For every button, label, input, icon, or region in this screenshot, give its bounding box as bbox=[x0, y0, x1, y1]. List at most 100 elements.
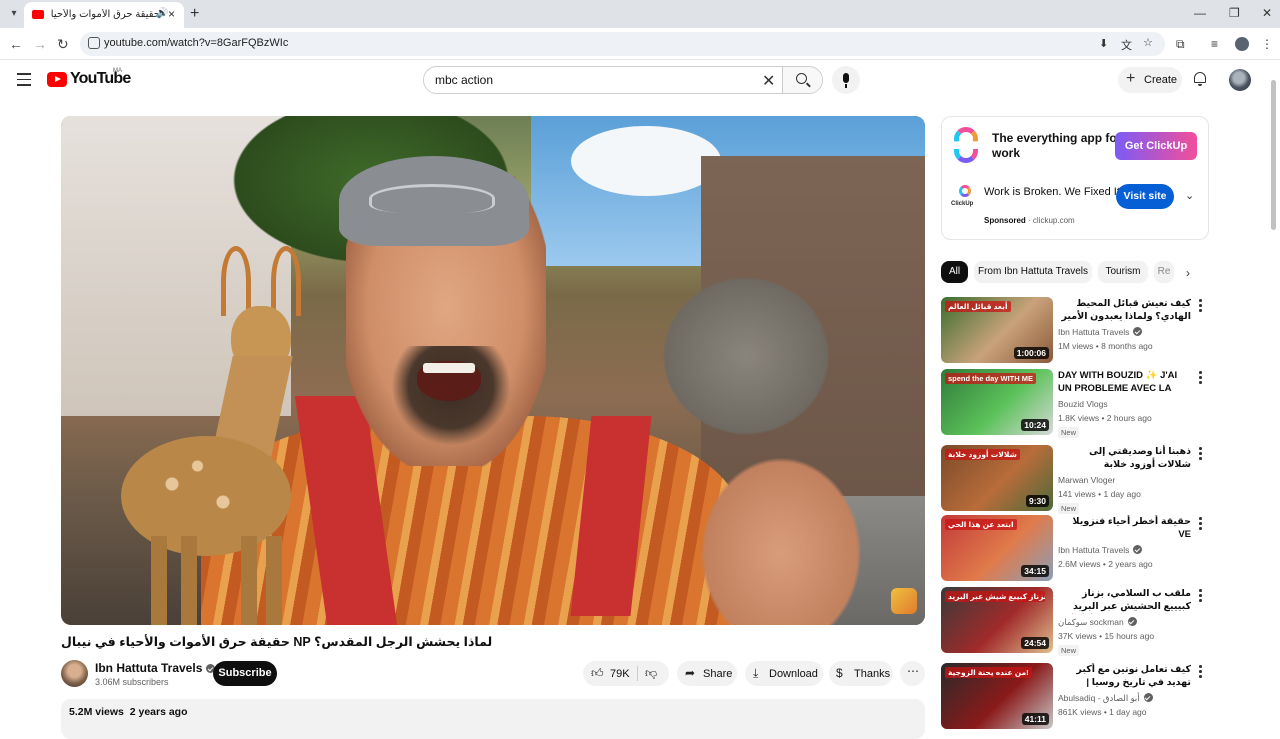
recommended-title[interactable]: كيف تعيش قبائل المحيط الهادي؟ ولماذا يعب… bbox=[1058, 297, 1191, 324]
ad-headline[interactable]: Work is Broken. We Fixed It bbox=[984, 185, 1124, 199]
chevron-right-icon[interactable]: › bbox=[1186, 266, 1190, 280]
more-vertical-icon[interactable] bbox=[1199, 517, 1203, 532]
recommended-channel[interactable]: Ibn Hattuta Travels bbox=[1058, 327, 1143, 337]
recommended-channel-text[interactable]: Ibn Hattuta Travels bbox=[1058, 327, 1129, 337]
recommended-title[interactable]: حقيقة أخطر أحياء فنزويلا VE bbox=[1058, 515, 1191, 542]
back-icon[interactable]: ← bbox=[9, 36, 23, 52]
recommended-channel[interactable]: سوكمان sockman bbox=[1058, 617, 1137, 628]
description-box[interactable]: 5.2M views 2 years ago bbox=[61, 699, 925, 739]
recommended-video[interactable]: أبعد قبائل العالم 1:00:06 كيف تعيش قبائل ا… bbox=[941, 297, 1209, 363]
create-button[interactable]: + Create bbox=[1118, 67, 1182, 93]
visit-site-button[interactable]: Visit site bbox=[1116, 184, 1174, 209]
recommended-channel-text[interactable]: Bouzid Vlogs bbox=[1058, 399, 1108, 409]
restore-icon[interactable]: ❐ bbox=[1229, 6, 1240, 20]
channel-name[interactable]: Ibn Hattuta Travels bbox=[95, 661, 216, 675]
new-badge: New bbox=[1058, 645, 1080, 656]
install-icon[interactable]: ⬇ bbox=[1099, 37, 1108, 50]
recommended-channel-text[interactable]: Ibn Hattuta Travels bbox=[1058, 545, 1129, 555]
recommended-channel[interactable]: Bouzid Vlogs bbox=[1058, 399, 1108, 409]
recommended-title[interactable]: ذهبنا أنا وصديقتي إلى شلالات أوزود خلابة bbox=[1058, 445, 1191, 472]
recommended-channel[interactable]: Marwan Vloger bbox=[1058, 475, 1115, 485]
duration-badge: 1:00:06 bbox=[1013, 347, 1049, 359]
recommended-title[interactable]: ملقب ب السلامي، بزناز كبيييع الحشيش عبر … bbox=[1058, 587, 1191, 614]
channel-name-text[interactable]: Ibn Hattuta Travels bbox=[95, 661, 202, 675]
recommended-video[interactable]: ابتعد عن هذا الحي 34:15 حقيقة أخطر أحياء ف… bbox=[941, 515, 1209, 581]
more-vertical-icon[interactable] bbox=[1199, 665, 1203, 680]
forward-icon[interactable]: → bbox=[33, 36, 47, 52]
new-badge: New bbox=[1058, 503, 1080, 514]
like-count[interactable]: 79K bbox=[610, 668, 630, 680]
video-title: لماذا يحشش الرجل المقدس؟ NP حقيقة حرق ال… bbox=[61, 635, 493, 649]
address-bar[interactable]: youtube.com/watch?v=8GarFQBzWIc bbox=[80, 32, 1165, 56]
voice-search-button[interactable] bbox=[832, 66, 860, 94]
video-thumbnail[interactable]: من عنده يحنة الزوجية! 41:11 bbox=[941, 663, 1053, 729]
recommended-video[interactable]: بزناز كبيبع شيش عبر البريد 24:54 ملقب ب ال… bbox=[941, 587, 1209, 656]
more-vertical-icon[interactable] bbox=[1199, 371, 1203, 386]
extensions-icon[interactable]: ⧉ bbox=[1176, 37, 1185, 52]
thanks-button[interactable]: $ Thanks bbox=[829, 661, 893, 686]
video-thumbnail[interactable]: أبعد قبائل العالم 1:00:06 bbox=[941, 297, 1053, 363]
subscribe-button[interactable]: Subscribe bbox=[213, 661, 277, 686]
duration-badge: 41:11 bbox=[1021, 713, 1049, 725]
recommended-channel[interactable]: Ibn Hattuta Travels bbox=[1058, 545, 1143, 555]
recommended-title[interactable]: كيف تعامل نوتين مع أكبر تهديد في تاريخ ر… bbox=[1058, 663, 1191, 690]
recommended-channel-text[interactable]: سوكمان sockman bbox=[1058, 617, 1124, 627]
video-player[interactable] bbox=[61, 116, 925, 625]
advertiser-logo-icon[interactable]: ClickUp bbox=[951, 185, 975, 213]
new-tab-icon[interactable]: + bbox=[190, 5, 199, 23]
more-vertical-icon[interactable] bbox=[1199, 589, 1203, 604]
more-vertical-icon[interactable] bbox=[1199, 447, 1203, 462]
reload-icon[interactable]: ↻ bbox=[57, 36, 69, 53]
page-scrollbar[interactable] bbox=[1271, 80, 1276, 230]
channel-avatar[interactable] bbox=[61, 660, 88, 687]
chip-all[interactable]: All bbox=[941, 261, 968, 283]
profile-icon[interactable] bbox=[1235, 37, 1249, 51]
recommended-channel-text[interactable]: Abulsadiq - أبو الصادق bbox=[1058, 693, 1140, 703]
media-icon[interactable]: ≡ bbox=[1211, 37, 1218, 51]
like-dislike-group: 👍︎ 79K 👎︎ bbox=[583, 661, 669, 686]
account-avatar[interactable] bbox=[1229, 69, 1251, 91]
close-window-icon[interactable]: ✕ bbox=[1262, 6, 1272, 20]
tab-list-icon[interactable]: ▾ bbox=[6, 6, 22, 22]
recommended-channel-text[interactable]: Marwan Vloger bbox=[1058, 475, 1115, 485]
search-input[interactable] bbox=[424, 67, 782, 93]
get-clickup-button[interactable]: Get ClickUp bbox=[1115, 132, 1197, 160]
notifications-bell-icon[interactable] bbox=[1194, 72, 1206, 86]
download-button[interactable]: ⤓ Download bbox=[745, 661, 823, 686]
share-button[interactable]: ➦ Share bbox=[677, 661, 737, 686]
bookmark-star-icon[interactable]: ☆ bbox=[1143, 36, 1153, 49]
menu-kebab-icon[interactable]: ⋮ bbox=[1261, 37, 1273, 51]
channel-watermark-icon[interactable] bbox=[891, 588, 917, 614]
more-actions-button[interactable]: ⋯ bbox=[900, 661, 925, 686]
thumbs-up-icon[interactable]: 👍︎ bbox=[591, 666, 604, 681]
hamburger-menu-icon[interactable] bbox=[17, 73, 31, 90]
chip-tourism[interactable]: Tourism bbox=[1098, 261, 1148, 283]
chip-from-channel[interactable]: From Ibn Hattuta Travels bbox=[974, 261, 1092, 283]
video-thumbnail[interactable]: بزناز كبيبع شيش عبر البريد 24:54 bbox=[941, 587, 1053, 653]
video-thumbnail[interactable]: ابتعد عن هذا الحي 34:15 bbox=[941, 515, 1053, 581]
country-code: MA bbox=[113, 68, 122, 74]
recommended-video[interactable]: spend the day WITH ME 10:24 DAY WITH BOUZI… bbox=[941, 369, 1209, 438]
translate-icon[interactable]: 文 bbox=[1121, 37, 1132, 53]
site-info-icon[interactable] bbox=[88, 37, 100, 49]
chip-truncated[interactable]: Re bbox=[1154, 261, 1174, 283]
recommended-title[interactable]: DAY WITH BOUZID ✨ J'AI UN PROBLEME AVEC … bbox=[1058, 369, 1191, 396]
view-count: 5.2M views bbox=[69, 706, 124, 718]
minimize-icon[interactable]: — bbox=[1194, 6, 1206, 20]
recommended-channel[interactable]: Abulsadiq - أبو الصادق bbox=[1058, 693, 1153, 704]
search-button[interactable] bbox=[782, 67, 822, 93]
recommended-video[interactable]: شلالات أوزود خلابة 9:30 ذهبنا أنا وصديقتي … bbox=[941, 445, 1209, 514]
audio-icon[interactable]: 🔊 bbox=[156, 8, 168, 19]
clear-search-icon[interactable]: ✕ bbox=[762, 71, 775, 91]
close-icon[interactable]: × bbox=[168, 7, 175, 21]
chevron-down-icon[interactable]: ⌄ bbox=[1185, 189, 1194, 202]
video-thumbnail[interactable]: spend the day WITH ME 10:24 bbox=[941, 369, 1053, 435]
sponsored-ad-card[interactable]: The everything app for work Get ClickUp … bbox=[941, 116, 1209, 240]
recommended-video[interactable]: من عنده يحنة الزوجية! 41:11 كيف تعامل نوتي… bbox=[941, 663, 1209, 729]
more-vertical-icon[interactable] bbox=[1199, 299, 1203, 314]
browser-tab-active[interactable]: حقيقة حرق الأموات والأحياء ف... 🔊 × bbox=[24, 2, 184, 28]
thumbs-down-icon[interactable]: 👎︎ bbox=[645, 666, 657, 681]
url-text[interactable]: youtube.com/watch?v=8GarFQBzWIc bbox=[104, 37, 288, 49]
video-thumbnail[interactable]: شلالات أوزود خلابة 9:30 bbox=[941, 445, 1053, 511]
download-label: Download bbox=[769, 668, 818, 680]
